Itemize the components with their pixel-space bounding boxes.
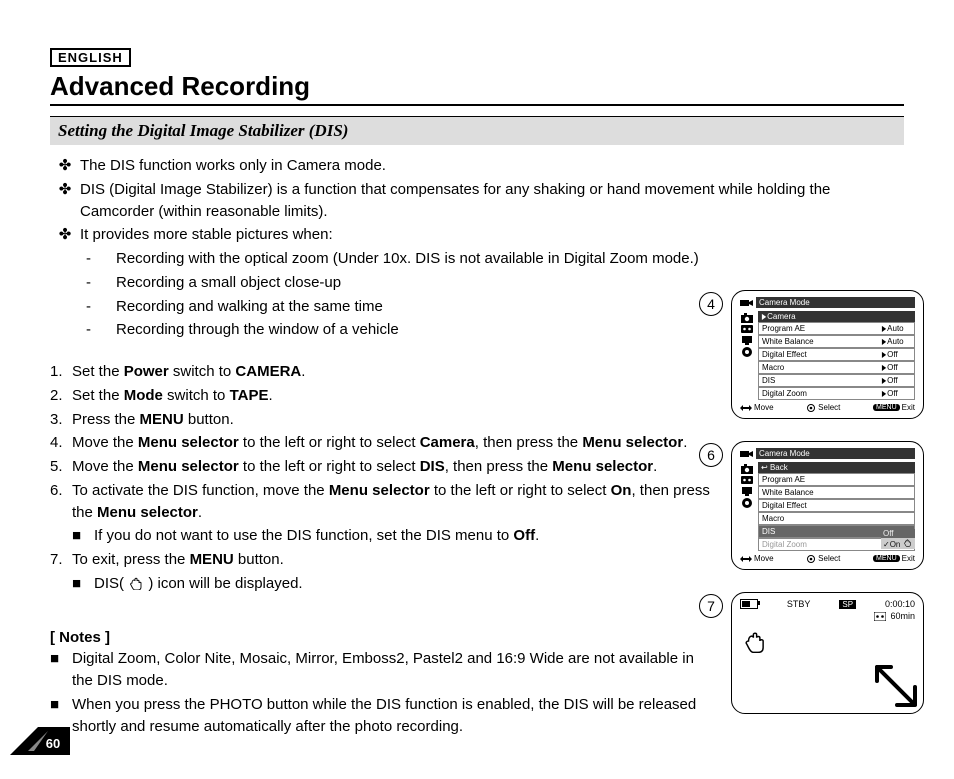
- square-bullet-icon: ■: [50, 648, 72, 692]
- status-stby: STBY: [787, 599, 811, 609]
- screen-fig7: STBY SP 0:00:10 60min: [731, 592, 924, 714]
- move-icon: [740, 404, 752, 412]
- settings-tab-icon: [741, 346, 753, 358]
- dis-hand-icon: [903, 540, 912, 549]
- step-text: To exit, press the MENU button.: [72, 549, 717, 571]
- intro-bullet: It provides more stable pictures when:: [80, 224, 904, 246]
- display-tab-icon: [741, 486, 753, 496]
- step-text: To activate the DIS function, move the M…: [72, 480, 717, 524]
- menu-item: Digital Effect: [762, 500, 911, 511]
- step-number: 2.: [50, 385, 72, 407]
- tape-tab-icon: [741, 475, 753, 485]
- tape-tab-icon: [741, 324, 753, 334]
- corner-arrow-icon: [875, 665, 917, 707]
- display-tab-icon: [741, 335, 753, 345]
- figure-number-4: 4: [699, 292, 723, 316]
- step-text: Press the MENU button.: [72, 409, 717, 431]
- step-number: 7.: [50, 549, 72, 571]
- square-bullet-icon: ■: [72, 573, 94, 597]
- status-sp: SP: [839, 600, 856, 609]
- note-text: When you press the PHOTO button while th…: [72, 694, 717, 738]
- tape-icon: [874, 612, 886, 621]
- menu-item: White Balance: [762, 336, 881, 347]
- step-number: 1.: [50, 361, 72, 383]
- step-note: If you do not want to use the DIS functi…: [94, 525, 719, 547]
- screen-fig4: Camera Mode ▶Camera Program AE▶Auto Whit…: [731, 290, 924, 419]
- dis-hand-icon: [742, 629, 915, 655]
- step-number: 5.: [50, 456, 72, 478]
- language-label: ENGLISH: [50, 48, 131, 67]
- dis-hand-icon: [128, 575, 144, 597]
- dis-options: Off ✓On: [881, 529, 915, 549]
- page-number: 60: [46, 736, 60, 751]
- camera-tab-icon: [741, 313, 753, 323]
- select-icon: [806, 404, 816, 412]
- menu-back: Back: [770, 462, 912, 473]
- nav-bar: Move Select MENUExit: [740, 554, 915, 563]
- step-text: Set the Mode switch to TAPE.: [72, 385, 717, 407]
- intro-sub: Recording with the optical zoom (Under 1…: [116, 248, 904, 270]
- step-text: Set the Power switch to CAMERA.: [72, 361, 717, 383]
- figures-area: 4 Camera Mode ▶Camera Program AE▶Aut: [699, 290, 924, 714]
- menu-item: Digital Zoom: [762, 388, 881, 399]
- menu-pill: MENU: [873, 555, 900, 562]
- menu-item: Digital Effect: [762, 349, 881, 360]
- dash-icon: -: [80, 296, 116, 318]
- screen-title: Camera Mode: [756, 448, 915, 459]
- camcorder-icon: [740, 298, 754, 308]
- step-text: Move the Menu selector to the left or ri…: [72, 432, 717, 454]
- screen-title: Camera Mode: [756, 297, 915, 308]
- menu-camera: Camera: [767, 311, 912, 322]
- menu-item: DIS: [762, 375, 881, 386]
- bullet-icon: ✤: [50, 224, 80, 246]
- note-text: Digital Zoom, Color Nite, Mosaic, Mirror…: [72, 648, 717, 692]
- intro-bullet: The DIS function works only in Camera mo…: [80, 155, 904, 177]
- menu-item: Macro: [762, 362, 881, 373]
- option-off: Off: [883, 529, 894, 538]
- menu-item: White Balance: [762, 487, 911, 498]
- sidebar-icons: [740, 464, 754, 509]
- menu-item: Program AE: [762, 323, 881, 334]
- option-on: On: [890, 540, 901, 549]
- figure-number-6: 6: [699, 443, 723, 467]
- section-heading: Setting the Digital Image Stabilizer (DI…: [50, 116, 904, 145]
- bullet-icon: ✤: [50, 179, 80, 223]
- status-remain: 60min: [890, 611, 915, 621]
- figure-number-7: 7: [699, 594, 723, 618]
- screen-fig6: Camera Mode ↩ Back Program AE White Bala…: [731, 441, 924, 570]
- battery-icon: [740, 599, 758, 609]
- check-icon: ✓: [883, 540, 890, 549]
- square-bullet-icon: ■: [72, 525, 94, 547]
- bullet-icon: ✤: [50, 155, 80, 177]
- arrow-right-icon: ▶: [762, 311, 766, 322]
- select-icon: [806, 555, 816, 563]
- step-number: 4.: [50, 432, 72, 454]
- dash-icon: -: [80, 272, 116, 294]
- dash-icon: -: [80, 319, 116, 341]
- menu-pill: MENU: [873, 404, 900, 411]
- step-note: DIS( ) icon will be displayed.: [94, 573, 719, 597]
- back-arrow-icon: ↩: [761, 462, 768, 473]
- camcorder-icon: [740, 449, 754, 459]
- sidebar-icons: [740, 313, 754, 358]
- intro-bullet: DIS (Digital Image Stabilizer) is a func…: [80, 179, 904, 223]
- menu-item: Macro: [762, 513, 911, 524]
- step-number: 3.: [50, 409, 72, 431]
- nav-bar: Move Select MENUExit: [740, 403, 915, 412]
- camera-tab-icon: [741, 464, 753, 474]
- step-text: Move the Menu selector to the left or ri…: [72, 456, 717, 478]
- menu-item: Program AE: [762, 474, 911, 485]
- dash-icon: -: [80, 248, 116, 270]
- page-title: Advanced Recording: [50, 71, 904, 106]
- status-time: 0:00:10: [885, 599, 915, 609]
- step-number: 6.: [50, 480, 72, 524]
- settings-tab-icon: [741, 497, 753, 509]
- move-icon: [740, 555, 752, 563]
- page-number-flag: 60: [10, 727, 70, 755]
